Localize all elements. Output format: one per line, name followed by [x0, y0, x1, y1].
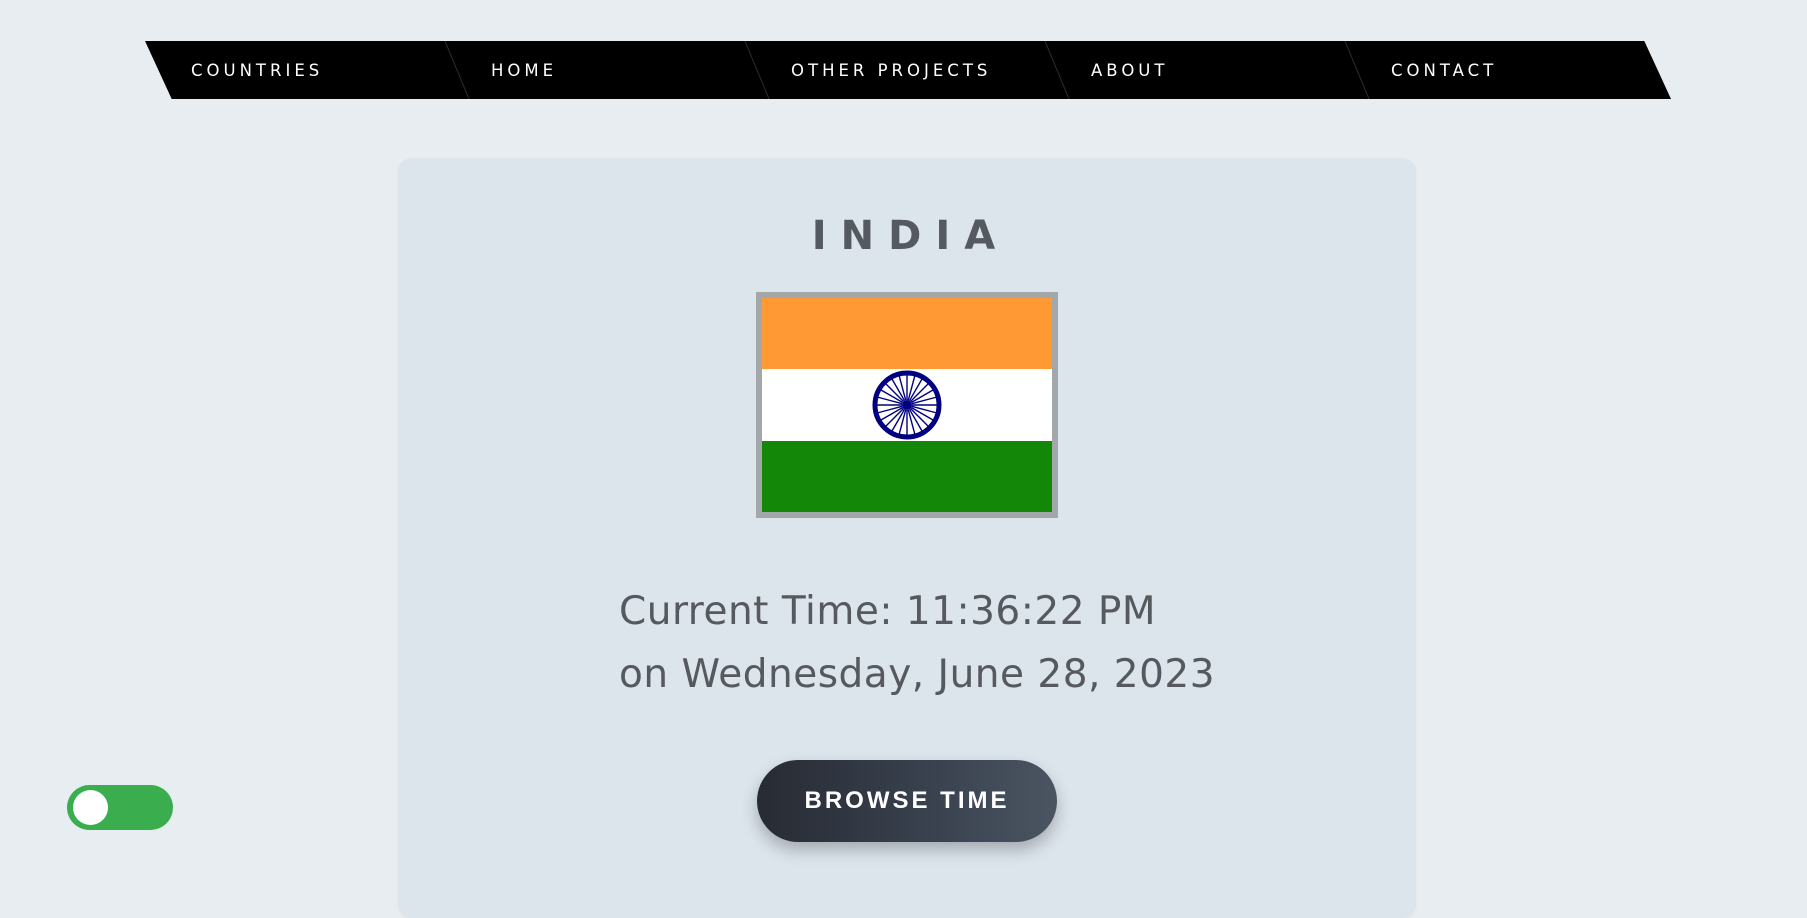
- flag-frame: [756, 292, 1058, 518]
- flag-band-green: [762, 440, 1052, 512]
- top-navigation: COUNTRIES HOME OTHER PROJECTS ABOUT CONT…: [145, 41, 1671, 99]
- toggle-knob: [73, 790, 108, 825]
- nav-divider: [1044, 41, 1070, 99]
- theme-toggle-switch[interactable]: [67, 785, 173, 830]
- nav-item-contact[interactable]: CONTACT: [1391, 41, 1691, 99]
- country-title: INDIA: [811, 213, 1010, 259]
- india-flag-icon: [762, 298, 1052, 512]
- nav-item-label: HOME: [491, 60, 558, 80]
- browse-time-label: BROWSE TIME: [804, 787, 1010, 814]
- nav-item-label: ABOUT: [1091, 60, 1169, 80]
- ashoka-chakra-icon: [872, 370, 942, 440]
- nav-divider: [1344, 41, 1370, 99]
- nav-item-label: OTHER PROJECTS: [791, 60, 992, 80]
- nav-item-label: CONTACT: [1391, 60, 1498, 80]
- browse-time-button[interactable]: BROWSE TIME: [757, 760, 1057, 842]
- current-date-text: on Wednesday, June 28, 2023: [619, 652, 1216, 697]
- flag-band-saffron: [762, 298, 1052, 370]
- nav-divider: [744, 41, 770, 99]
- nav-item-label: COUNTRIES: [191, 60, 324, 80]
- nav-divider: [444, 41, 470, 99]
- current-time-text: Current Time: 11:36:22 PM: [619, 589, 1157, 634]
